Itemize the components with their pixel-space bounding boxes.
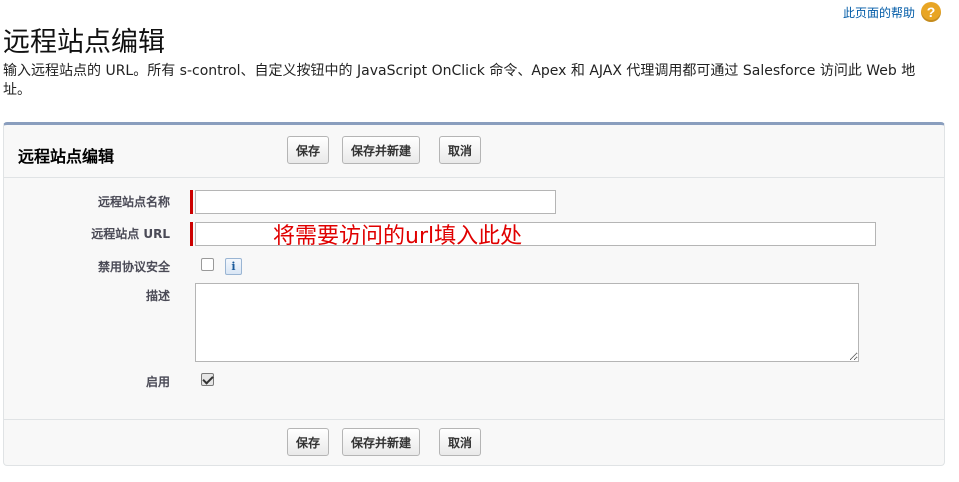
active-checkbox[interactable] bbox=[201, 373, 214, 386]
panel-header: 远程站点编辑 保存 保存并新建 取消 bbox=[4, 125, 944, 178]
save-button-bottom[interactable]: 保存 bbox=[287, 428, 330, 456]
intro-text: 输入远程站点的 URL。所有 s-control、自定义按钮中的 JavaScr… bbox=[3, 63, 916, 98]
edit-panel: 远程站点编辑 保存 保存并新建 取消 远程站点名称 远程站点 URL 禁用协议安… bbox=[3, 122, 945, 466]
panel-title: 远程站点编辑 bbox=[18, 147, 115, 166]
cancel-button-bottom[interactable]: 取消 bbox=[439, 428, 482, 456]
site-name-label: 远程站点名称 bbox=[97, 195, 170, 209]
help-link[interactable]: 此页面的帮助 bbox=[843, 4, 915, 21]
help-section: 此页面的帮助 ? bbox=[843, 2, 941, 22]
question-mark-icon[interactable]: ? bbox=[921, 2, 941, 22]
active-label: 启用 bbox=[145, 375, 170, 389]
page-title: 远程站点编辑 bbox=[3, 27, 165, 59]
cancel-button-top[interactable]: 取消 bbox=[439, 136, 482, 164]
save-button-top[interactable]: 保存 bbox=[287, 136, 330, 164]
save-and-new-button-top[interactable]: 保存并新建 bbox=[342, 136, 421, 164]
info-icon[interactable]: i bbox=[225, 258, 242, 275]
annotation-text: 将需要访问的url填入此处 bbox=[273, 224, 523, 249]
site-name-input[interactable] bbox=[195, 190, 556, 214]
required-indicator bbox=[190, 222, 193, 246]
site-url-label: 远程站点 URL bbox=[91, 227, 170, 241]
panel-footer: 保存 保存并新建 取消 bbox=[4, 419, 944, 465]
disable-protocol-label: 禁用协议安全 bbox=[97, 260, 170, 274]
description-textarea[interactable] bbox=[195, 283, 859, 362]
disable-protocol-checkbox[interactable] bbox=[201, 258, 214, 271]
required-indicator bbox=[190, 190, 193, 214]
save-and-new-button-bottom[interactable]: 保存并新建 bbox=[342, 428, 421, 456]
description-label: 描述 bbox=[145, 289, 170, 303]
